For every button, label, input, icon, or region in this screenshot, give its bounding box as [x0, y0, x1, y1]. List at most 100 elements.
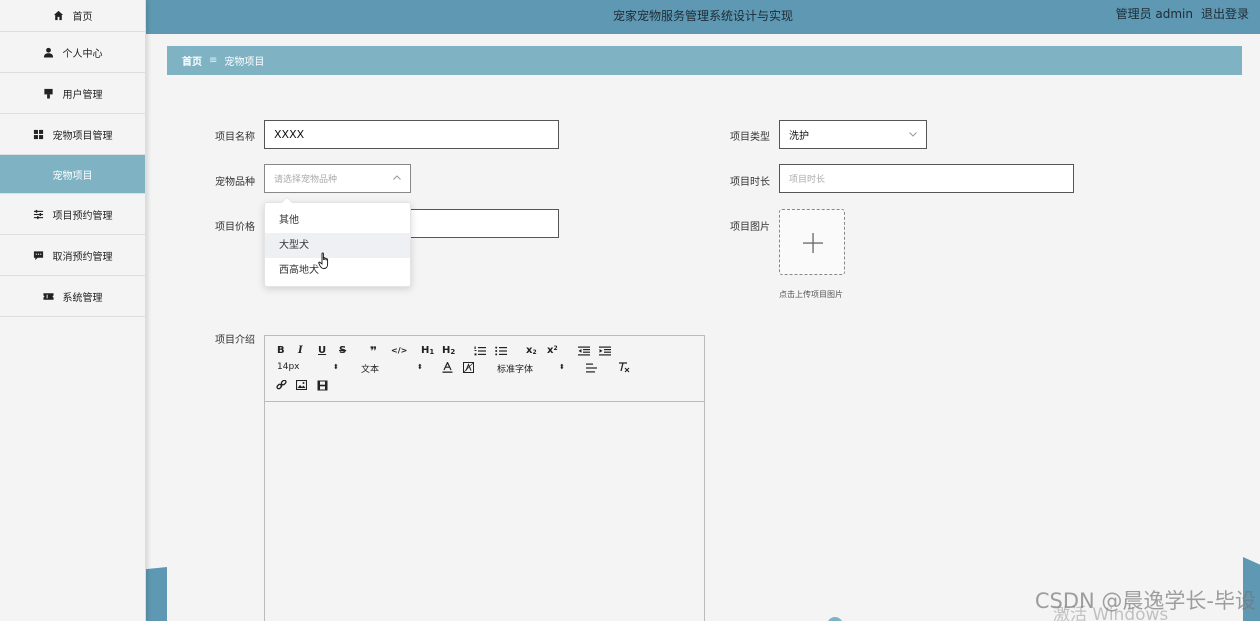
app-title: 宠家宠物服务管理系统设计与实现 [612, 9, 793, 23]
hand-cursor-icon [318, 252, 329, 269]
blockquote-button[interactable]: ❞ [370, 344, 377, 358]
sidebar: 首页 个人中心 用户管理 宠物项目管理 宠物项目 项目预约管理 取消预约管理 系… [0, 0, 146, 621]
sidebar-item-home[interactable]: 首页 [0, 0, 145, 32]
chevron-up-icon [393, 175, 401, 180]
home-icon [53, 10, 64, 21]
indent-icon[interactable] [599, 346, 611, 356]
top-bar: 宠家宠物服务管理系统设计与实现 管理员 admin 退出登录 [146, 0, 1260, 34]
sidebar-item-pet-project[interactable]: 宠物项目 [0, 155, 145, 194]
header-1-sub: 1 [429, 348, 435, 356]
sidebar-item-system-management[interactable]: 系统管理 [0, 276, 145, 317]
upload-tip: 点击上传项目图片 [779, 290, 843, 299]
header-2-label: H [442, 345, 451, 356]
header-1-label: H [421, 345, 430, 356]
sidebar-item-pet-project-management[interactable]: 宠物项目管理 [0, 114, 145, 155]
project-image-label: 项目图片 [730, 222, 770, 233]
superscript-button[interactable]: x2 [547, 344, 558, 357]
header-2-button[interactable]: H2 [442, 345, 455, 356]
clear-format-icon[interactable] [618, 362, 630, 373]
ticket-icon [42, 291, 54, 302]
message-icon [33, 250, 44, 261]
font-size-value: 14px [277, 362, 300, 372]
image-upload-button[interactable] [779, 209, 845, 275]
font-size-select[interactable]: 14px ⬍ [277, 362, 339, 372]
pet-breed-select[interactable]: 请选择宠物品种 [264, 164, 411, 193]
sidebar-item-cancel-reservation-management[interactable]: 取消预约管理 [0, 235, 145, 276]
superscript-sup: 2 [553, 344, 558, 352]
project-intro-label: 项目介绍 [215, 335, 255, 346]
sidebar-item-label: 项目预约管理 [52, 210, 113, 222]
project-name-value: XXXX [274, 128, 305, 141]
user-manage-icon [43, 88, 54, 99]
chevron-down-icon [909, 132, 917, 137]
project-type-label: 项目类型 [730, 132, 770, 143]
breadcrumb-current: 宠物项目 [224, 57, 265, 68]
user-area: 管理员 admin 退出登录 [1116, 5, 1249, 22]
editor-toolbar: B I U S ❞ </> H1 H2 x2 x2 14px ⬍ 文本 ⬍ 标准… [265, 336, 704, 402]
sliders-icon [33, 209, 44, 220]
pet-breed-label: 宠物品种 [215, 177, 255, 188]
font-family-select[interactable]: 标准字体 ⬍ [497, 362, 569, 375]
bold-button[interactable]: B [277, 345, 285, 356]
bullet-list-icon[interactable] [495, 346, 507, 356]
breed-option[interactable]: 大型犬 [265, 233, 410, 258]
breed-option[interactable]: 西高地犬 [265, 258, 410, 283]
pet-breed-placeholder: 请选择宠物品种 [274, 175, 338, 185]
sidebar-item-user-management[interactable]: 用户管理 [0, 73, 145, 114]
decorative-shape [827, 617, 843, 621]
project-name-label: 项目名称 [215, 132, 255, 143]
header-2-sub: 2 [450, 348, 456, 356]
underline-button[interactable]: U [318, 345, 326, 356]
project-name-input[interactable]: XXXX [264, 120, 559, 149]
breadcrumb: 首页 ≡ 宠物项目 [167, 46, 1242, 75]
sidebar-item-label: 系统管理 [62, 292, 103, 304]
sidebar-item-label: 个人中心 [62, 48, 103, 60]
subscript-sub: 2 [532, 349, 537, 356]
breadcrumb-home[interactable]: 首页 [182, 53, 202, 68]
project-duration-placeholder: 项目时长 [789, 175, 826, 185]
align-left-icon[interactable] [586, 363, 597, 373]
project-type-select[interactable]: 洗护 [779, 120, 927, 149]
project-duration-label: 项目时长 [730, 177, 770, 188]
decorative-shape [146, 567, 167, 621]
editor-content-area[interactable] [265, 403, 704, 621]
text-format-value: 文本 [361, 365, 380, 375]
csdn-watermark: CSDN @晨逸学长-毕设 [1034, 589, 1256, 613]
breed-option[interactable]: 其他 [265, 208, 410, 233]
background-color-icon[interactable] [463, 362, 474, 373]
project-price-label: 项目价格 [215, 222, 255, 233]
project-type-value: 洗护 [789, 131, 809, 142]
strikethrough-button[interactable]: S [339, 345, 346, 356]
breed-dropdown: 其他 大型犬 西高地犬 [264, 197, 411, 287]
sidebar-item-label: 用户管理 [62, 89, 103, 101]
video-icon[interactable] [317, 380, 328, 391]
text-format-select[interactable]: 文本 ⬍ [361, 362, 423, 375]
select-arrows-icon: ⬍ [333, 363, 339, 371]
link-icon[interactable] [276, 380, 287, 391]
font-family-value: 标准字体 [497, 365, 534, 375]
sidebar-item-reservation-management[interactable]: 项目预约管理 [0, 194, 145, 235]
admin-label: 管理员 admin [1115, 7, 1193, 21]
ordered-list-icon[interactable] [474, 346, 486, 356]
font-color-icon[interactable] [442, 362, 453, 373]
sidebar-item-personal-center[interactable]: 个人中心 [0, 32, 145, 73]
sidebar-item-label: 宠物项目管理 [52, 130, 113, 142]
sidebar-item-label: 首页 [72, 12, 93, 23]
select-arrows-icon: ⬍ [559, 363, 565, 371]
breadcrumb-separator: ≡ [209, 55, 218, 66]
subscript-button[interactable]: x2 [526, 345, 537, 356]
select-arrows-icon: ⬍ [417, 363, 423, 371]
sidebar-item-label: 宠物项目 [52, 170, 93, 182]
header-1-button[interactable]: H1 [421, 345, 434, 356]
grid-icon [33, 129, 44, 140]
rich-text-editor: B I U S ❞ </> H1 H2 x2 x2 14px ⬍ 文本 ⬍ 标准… [264, 335, 705, 621]
user-icon [43, 47, 54, 58]
plus-icon [803, 233, 823, 253]
italic-button[interactable]: I [298, 345, 303, 356]
outdent-icon[interactable] [578, 346, 590, 356]
image-icon[interactable] [296, 380, 307, 390]
logout-link[interactable]: 退出登录 [1201, 5, 1249, 22]
sidebar-item-label: 取消预约管理 [52, 251, 113, 263]
project-duration-input[interactable]: 项目时长 [779, 164, 1074, 193]
code-block-button[interactable]: </> [391, 346, 407, 355]
